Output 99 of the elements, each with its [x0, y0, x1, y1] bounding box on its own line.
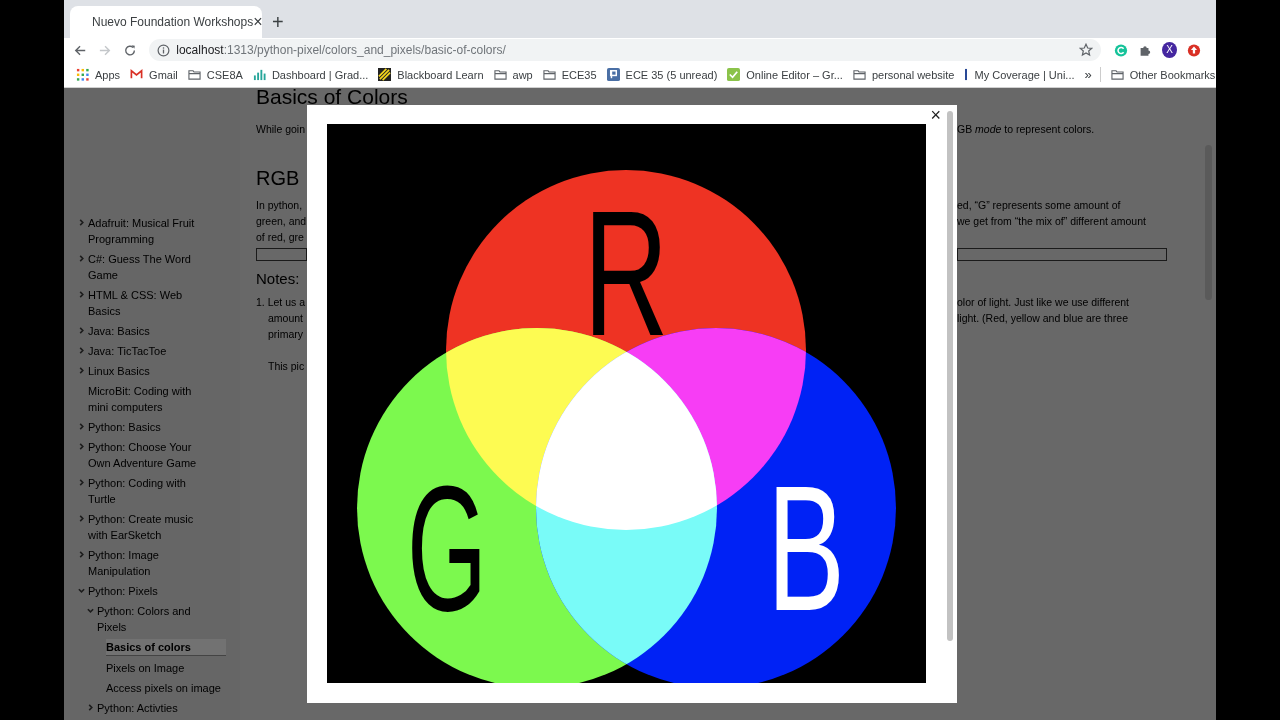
section-heading: Notes:	[256, 270, 300, 287]
chevron-down-icon[interactable]	[78, 587, 85, 594]
bookmark[interactable]: Dashboard | Grad...	[252, 68, 369, 81]
paragraph-text: ed, “G” represents some amount of	[957, 199, 1121, 211]
paragraph-text: In python,	[256, 199, 303, 211]
checkmark-icon	[727, 68, 741, 81]
chevron-right-icon[interactable]	[78, 327, 85, 334]
diagram-letter: R	[583, 174, 713, 373]
chevron-right-icon[interactable]	[87, 704, 94, 711]
chevron-right-icon[interactable]	[78, 255, 85, 262]
bookmark-label[interactable]: Gmail	[149, 68, 178, 81]
close-button[interactable]: ×	[930, 106, 941, 124]
folder-icon	[493, 68, 507, 81]
paragraph-text: amount	[268, 312, 304, 324]
folder-icon	[542, 68, 556, 81]
nav-link[interactable]: Python: Pixels	[88, 583, 208, 599]
star-icon[interactable]	[1079, 43, 1094, 57]
profile-avatar[interactable]: X	[1162, 42, 1178, 58]
bookmark-label[interactable]: Apps	[95, 68, 121, 81]
nav-link[interactable]: Basics of colors	[106, 639, 226, 656]
extension-icon[interactable]	[1114, 42, 1129, 58]
chevron-down-icon[interactable]	[87, 607, 94, 614]
reload-icon[interactable]	[124, 43, 137, 57]
section-heading: RGB	[256, 167, 300, 189]
nav-link[interactable]: HTML & CSS: Web Basics	[88, 287, 208, 319]
code-block	[256, 248, 307, 261]
paragraph-text: 1. Let us a	[256, 296, 306, 308]
new-tab-button[interactable]: +	[272, 6, 284, 38]
folder-icon	[852, 68, 866, 81]
paragraph-text: we get from “the mix of” different amount	[957, 215, 1146, 227]
nav-link[interactable]: Python: Image Manipulation	[88, 547, 208, 579]
diagram-letter: B	[767, 449, 886, 648]
nav-link[interactable]: Python: Create music with EarSketch	[88, 511, 208, 543]
nav-link[interactable]: Python: Activties	[97, 700, 217, 716]
badge-icon	[606, 68, 620, 81]
chevron-right-icon[interactable]	[78, 551, 85, 558]
paragraph-text: While goin	[256, 123, 306, 135]
bookmark[interactable]: personal website	[852, 68, 955, 81]
paragraph-text: primary	[268, 328, 303, 340]
nav-link[interactable]: Python: Basics	[88, 419, 208, 435]
chevron-right-icon[interactable]	[78, 443, 85, 450]
paragraph-text: green, and	[256, 215, 307, 227]
bookmark[interactable]: ECE35	[542, 68, 597, 81]
paragraph-text: of red, gre	[256, 231, 304, 243]
nav-link[interactable]: Python: Colors and Pixels	[97, 603, 217, 635]
folder-icon	[187, 68, 201, 81]
stripes-icon	[378, 68, 392, 81]
bookmark[interactable]: Gmail	[130, 68, 178, 81]
chevron-right-icon[interactable]	[78, 423, 85, 430]
bookmark[interactable]: awp	[493, 68, 533, 81]
bookmark-label[interactable]: Other Bookmarks	[1129, 68, 1216, 81]
scrollbar-thumb[interactable]	[947, 111, 953, 641]
diagram-letter: G	[407, 449, 546, 648]
address-bar[interactable]: localhost:1313/python-pixel/colors_and_pixels/basic-of-colors/	[149, 39, 1102, 61]
bookmark-label[interactable]: Dashboard | Grad...	[271, 68, 369, 81]
back-icon[interactable]	[74, 43, 87, 57]
bar-chart-icon	[252, 68, 266, 81]
nav-link[interactable]: MicroBit: Coding with mini computers	[88, 383, 208, 415]
chevron-right-icon[interactable]	[78, 515, 85, 522]
nav-link[interactable]: Access pixels on image	[106, 680, 226, 696]
chevron-right-icon[interactable]	[78, 479, 85, 486]
folder-icon	[1110, 68, 1124, 81]
bookmark-label[interactable]: ECE 35 (5 unread)	[625, 68, 718, 81]
bookmark[interactable]: Online Editor – Gr...	[727, 68, 843, 81]
paragraph-text: light. (Red, yellow and blue are three	[957, 312, 1128, 324]
bookmark-label[interactable]: awp	[512, 68, 533, 81]
chevron-right-icon[interactable]	[78, 367, 85, 374]
paragraph-text: olor of light. Just like we use different	[957, 296, 1129, 308]
chevron-right-icon[interactable]	[78, 347, 85, 354]
nav-link[interactable]: Pixels on Image	[106, 660, 226, 676]
url-text: localhost:1313/python-pixel/colors_and_pixels/basic-of-colors/	[176, 43, 507, 57]
paragraph-text: This pic	[268, 360, 305, 372]
info-icon	[157, 43, 171, 57]
bookmark-label[interactable]: Blackboard Learn	[397, 68, 484, 81]
nav-link[interactable]: Python: Coding with Turtle	[88, 475, 208, 507]
upload-icon[interactable]	[1187, 42, 1201, 58]
bookmark[interactable]: ECE 35 (5 unread)	[606, 68, 718, 81]
browser-tab[interactable]: Nuevo Foundation Workshops×	[70, 6, 262, 38]
close-tab-button[interactable]: ×	[253, 14, 263, 30]
page-title: Basics of Colors	[256, 88, 409, 105]
bookmark-label[interactable]: Online Editor – Gr...	[746, 68, 843, 81]
mail-icon	[130, 68, 144, 81]
chevron-right-icon[interactable]	[78, 219, 85, 226]
nav-link[interactable]: Python: Choose Your Own Adventure Game	[88, 439, 208, 471]
bookmark[interactable]: Blackboard Learn	[378, 68, 484, 81]
bookmark-label[interactable]: CSE8A	[206, 68, 243, 81]
nav-link[interactable]: C#: Guess The Word Game	[88, 251, 208, 283]
paragraph-text: GB mode to represent colors.	[957, 123, 1095, 135]
apps-grid-icon	[76, 68, 89, 81]
more-bookmarks-button[interactable]: »	[1084, 67, 1101, 82]
nav-link[interactable]: Java: Basics	[88, 323, 208, 339]
bookmark-label[interactable]: personal website	[871, 68, 955, 81]
bookmark-label[interactable]: ECE35	[561, 68, 597, 81]
bookmark[interactable]: Apps	[76, 68, 121, 81]
nav-link[interactable]: Linux Basics	[88, 363, 208, 379]
nav-link[interactable]: Java: TicTacToe	[88, 343, 208, 359]
nav-link[interactable]: Adafruit: Musical Fruit Programming	[88, 215, 208, 247]
chevron-right-icon[interactable]	[78, 291, 85, 298]
bookmark[interactable]: CSE8A	[187, 68, 243, 81]
